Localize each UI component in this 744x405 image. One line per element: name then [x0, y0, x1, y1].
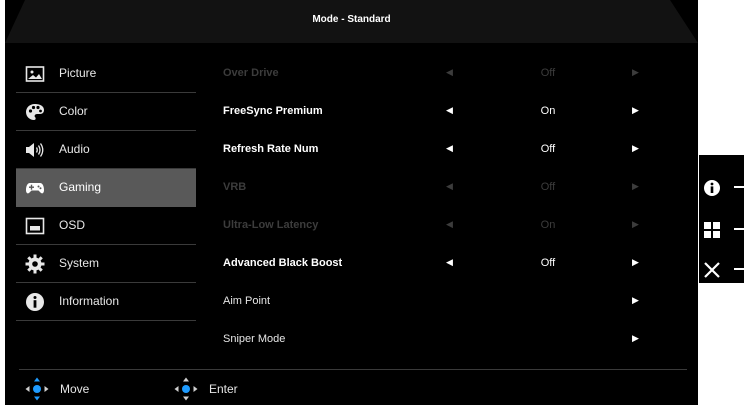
arrow-right-icon[interactable]: ▶ — [632, 143, 639, 154]
arrow-left-icon: ◀ — [446, 67, 453, 77]
menu-grid-icon — [704, 222, 720, 238]
key-dash — [734, 268, 744, 270]
menu-row-advanced-black-boost[interactable]: Advanced Black Boost ◀ Off ▶ — [218, 245, 688, 282]
footer-divider — [19, 369, 687, 370]
key-dash — [734, 186, 744, 188]
arrow-left-icon[interactable]: ◀ — [446, 105, 453, 116]
hotkey-panel — [699, 155, 744, 283]
arrow-left-icon[interactable]: ◀ — [446, 257, 453, 268]
menu-row-value: Off — [540, 257, 556, 269]
header-bar: Mode - Standard — [5, 0, 698, 43]
menu-row-label: Advanced Black Boost — [223, 257, 343, 269]
move-joystick-icon — [25, 377, 49, 401]
menu-row-value: On — [540, 219, 556, 231]
sidebar-item-picture[interactable]: Picture — [16, 55, 196, 93]
sidebar-item-label: Information — [59, 294, 120, 308]
menu-row-label: Over Drive — [223, 67, 279, 79]
arrow-left-icon: ◀ — [446, 181, 453, 191]
osd-icon — [25, 217, 45, 235]
info-icon — [26, 293, 44, 311]
menu-row-over-drive: Over Drive ◀ Off ▶ — [218, 55, 688, 92]
menu-row-vrb: VRB ◀ Off ▶ — [218, 169, 688, 206]
info-icon — [704, 180, 720, 196]
footer-hints: Move Enter — [19, 375, 687, 403]
sidebar-item-system[interactable]: System — [16, 245, 196, 283]
info-key[interactable] — [703, 173, 744, 201]
page-title: Mode - Standard — [312, 14, 391, 25]
enter-hint-label: Enter — [209, 382, 238, 396]
key-dash — [734, 228, 744, 230]
arrow-right-icon[interactable]: ▶ — [632, 295, 639, 306]
sidebar-item-gaming[interactable]: Gaming — [16, 169, 196, 207]
sidebar-item-label: Audio — [59, 142, 90, 156]
menu-row-label: VRB — [223, 181, 247, 193]
menu-row-label: Refresh Rate Num — [223, 143, 319, 155]
arrow-right-icon: ▶ — [632, 181, 639, 191]
menu-row-label: Sniper Mode — [223, 333, 286, 345]
menu-row-value: Off — [540, 143, 556, 155]
menu-key[interactable] — [703, 215, 744, 243]
menu-row-value: On — [540, 105, 556, 117]
menu-row-sniper-mode[interactable]: Sniper Mode ▶ — [218, 321, 688, 358]
gamepad-icon — [26, 183, 44, 194]
move-hint-label: Move — [60, 382, 90, 396]
arrow-right-icon: ▶ — [632, 219, 639, 229]
menu-row-freesync-premium[interactable]: FreeSync Premium ◀ On ▶ — [218, 93, 688, 130]
sidebar-item-color[interactable]: Color — [16, 93, 196, 131]
arrow-right-icon: ▶ — [632, 67, 639, 77]
picture-icon — [25, 66, 45, 82]
sidebar-item-osd[interactable]: OSD — [16, 207, 196, 245]
palette-icon — [26, 104, 44, 120]
menu-row-value: Off — [540, 67, 556, 79]
gear-icon — [25, 254, 45, 274]
menu-row-aim-point[interactable]: Aim Point ▶ — [218, 283, 688, 320]
arrow-right-icon[interactable]: ▶ — [632, 257, 639, 268]
menu-row-refresh-rate-num[interactable]: Refresh Rate Num ◀ Off ▶ — [218, 131, 688, 168]
menu-row-ultra-low-latency: Ultra-Low Latency ◀ On ▶ — [218, 207, 688, 244]
sidebar-item-audio[interactable]: Audio — [16, 131, 196, 169]
sidebar-item-label: Gaming — [59, 180, 102, 194]
close-key[interactable] — [703, 255, 744, 283]
sidebar-item-information[interactable]: Information — [16, 283, 196, 321]
enter-joystick-icon — [174, 377, 198, 401]
close-icon — [704, 262, 720, 278]
arrow-right-icon[interactable]: ▶ — [632, 105, 639, 116]
sidebar-item-label: Picture — [59, 66, 97, 80]
menu-row-label: Aim Point — [223, 295, 271, 307]
menu-row-value: Off — [540, 181, 556, 193]
sidebar-item-label: System — [59, 256, 100, 270]
arrow-right-icon[interactable]: ▶ — [632, 333, 639, 344]
menu-row-label: Ultra-Low Latency — [223, 219, 319, 231]
sidebar-item-label: Color — [59, 104, 88, 118]
speaker-icon — [26, 143, 44, 157]
menu-row-label: FreeSync Premium — [223, 105, 323, 117]
osd-menu: Mode - Standard Picture Color Audio Gami… — [5, 0, 698, 405]
arrow-left-icon[interactable]: ◀ — [446, 143, 453, 154]
sidebar-item-label: OSD — [59, 218, 86, 232]
arrow-left-icon: ◀ — [446, 219, 453, 229]
